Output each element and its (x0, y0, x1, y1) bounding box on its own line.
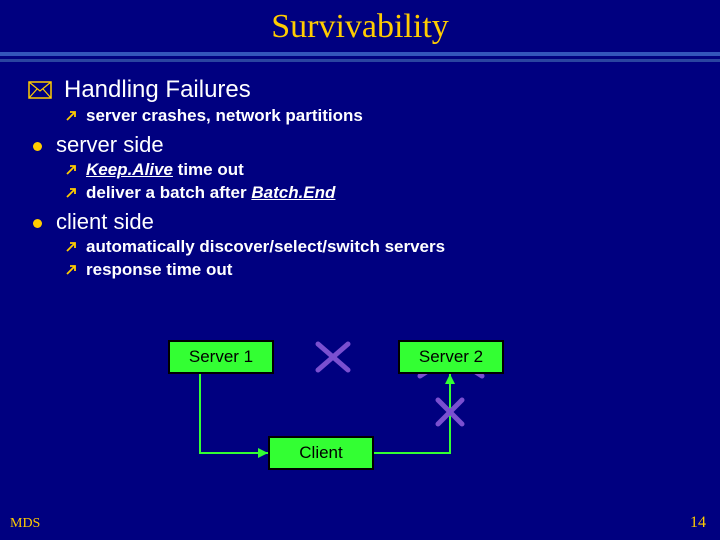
arrow-icon (64, 163, 78, 177)
bullet-l1-text: Handling Failures (64, 76, 251, 104)
dot-icon (33, 142, 42, 151)
bullet-l1: Handling Failures (28, 76, 692, 104)
sub-bullet: deliver a batch after Batch.End (64, 183, 692, 203)
arrow-icon (64, 186, 78, 200)
arrow-icon (64, 109, 78, 123)
arrow-icon (64, 240, 78, 254)
sub-text: deliver a batch after Batch.End (86, 183, 335, 203)
bullet-l2a: server side (28, 132, 692, 158)
client-box: Client (268, 436, 374, 470)
keepalive-term: Keep.Alive (86, 160, 173, 179)
sub-text-head: deliver a batch after (86, 183, 251, 202)
server1-box: Server 1 (168, 340, 274, 374)
envelope-icon (28, 81, 52, 99)
sub-text: response time out (86, 260, 232, 280)
sub-text-tail: time out (173, 160, 244, 179)
sub-text: automatically discover/select/switch ser… (86, 237, 445, 257)
dot-icon (33, 219, 42, 228)
content-area: Handling Failures server crashes, networ… (0, 62, 720, 280)
slide-title: Survivability (0, 8, 720, 46)
title-bar: Survivability (0, 0, 720, 52)
diagram: Server 1 Server 2 Client (0, 340, 720, 500)
sub-bullet: Keep.Alive time out (64, 160, 692, 180)
slide-number: 14 (690, 514, 706, 532)
bullet-l2a-text: server side (56, 132, 164, 158)
sub-text: server crashes, network partitions (86, 106, 363, 126)
diagram-lines (0, 340, 720, 500)
sub-bullet: automatically discover/select/switch ser… (64, 237, 692, 257)
arrow-icon (64, 263, 78, 277)
sub-bullet: server crashes, network partitions (64, 106, 692, 126)
server2-box: Server 2 (398, 340, 504, 374)
sub-bullet: response time out (64, 260, 692, 280)
sub-text: Keep.Alive time out (86, 160, 244, 180)
bullet-l2b: client side (28, 209, 692, 235)
divider-line (0, 52, 720, 56)
bullet-l2b-text: client side (56, 209, 154, 235)
footer-left: MDS (10, 516, 40, 532)
batchend-term: Batch.End (251, 183, 335, 202)
